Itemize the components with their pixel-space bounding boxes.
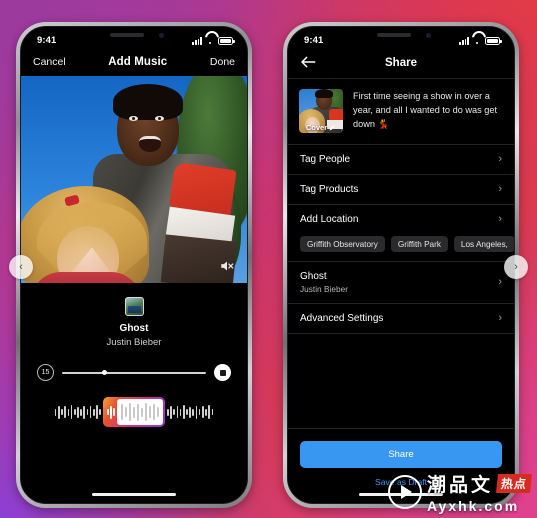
video-preview[interactable]: [21, 76, 247, 283]
chevron-right-icon: ›: [498, 153, 502, 165]
man-eye-right: [155, 116, 164, 121]
speaker-mute-icon[interactable]: [219, 259, 235, 273]
stop-square-icon: [219, 369, 226, 376]
row-sublabel: Justin Bieber: [300, 283, 348, 294]
cover-thumbnail[interactable]: Cover: [299, 89, 343, 133]
wifi-icon: [472, 37, 482, 45]
page-title: Add Music: [108, 56, 168, 68]
song-artist: Justin Bieber: [106, 337, 162, 348]
slider-knob[interactable]: [102, 369, 108, 375]
chevron-left-icon: ‹: [19, 261, 23, 273]
cellular-bars-icon: [459, 37, 469, 45]
notch: [355, 27, 447, 44]
chevron-right-icon: ›: [498, 275, 502, 288]
status-indicators: [192, 36, 235, 45]
chevron-right-icon: ›: [498, 213, 502, 225]
status-time: 9:41: [37, 35, 57, 46]
duration-badge[interactable]: 15: [37, 364, 54, 382]
song-title: Ghost: [119, 323, 149, 334]
front-camera: [159, 32, 164, 38]
chevron-right-icon: ›: [498, 183, 502, 195]
share-screen-body: Share Cover First time seeing a show in …: [288, 51, 514, 503]
location-suggestion-chips: Griffith Observatory Griffith Park Los A…: [288, 234, 514, 261]
caption-editor-row[interactable]: Cover First time seeing a show in over a…: [288, 79, 514, 144]
watermark: 潮品文 热点 Ayxhk.com: [387, 470, 532, 514]
front-camera: [426, 32, 431, 38]
chevron-right-icon: ›: [498, 311, 502, 324]
earpiece-speaker: [377, 33, 411, 37]
home-indicator: [92, 492, 176, 496]
share-navbar: Share: [288, 51, 514, 78]
done-button[interactable]: Done: [210, 56, 235, 68]
row-advanced-settings[interactable]: Advanced Settings ›: [288, 304, 514, 333]
row-add-location[interactable]: Add Location ›: [288, 205, 514, 234]
back-arrow-icon[interactable]: [300, 55, 316, 69]
waveform-left: [54, 404, 102, 420]
music-info-panel: Ghost Justin Bieber: [21, 283, 247, 350]
carousel-next-button[interactable]: ›: [504, 255, 528, 279]
play-circle-icon: [387, 475, 422, 509]
row-music-ghost[interactable]: Ghost Justin Bieber ›: [288, 262, 514, 303]
notch: [88, 27, 180, 44]
share-button[interactable]: Share: [300, 441, 502, 468]
row-label: Ghost: [300, 271, 327, 282]
man-smile: [139, 136, 161, 152]
add-music-navbar: Cancel Add Music Done: [21, 51, 247, 76]
row-label: Advanced Settings: [300, 312, 384, 324]
location-chip[interactable]: Griffith Park: [390, 236, 448, 252]
row-tag-products[interactable]: Tag Products ›: [288, 175, 514, 204]
cover-label-text: Cover: [305, 123, 328, 132]
row-label: Tag Products: [300, 184, 359, 195]
thumb-man-hair: [315, 89, 333, 98]
status-time: 9:41: [304, 35, 324, 46]
phone-mockup-right: 9:41 Share Cover First time seeing a sho…: [283, 22, 519, 508]
location-chip[interactable]: Los Angeles,: [453, 236, 514, 252]
cancel-button[interactable]: Cancel: [33, 56, 66, 68]
album-artwork-icon: [124, 297, 144, 316]
stop-button[interactable]: [214, 364, 231, 382]
trim-selection[interactable]: [103, 397, 165, 428]
page-title: Share: [385, 57, 417, 69]
watermark-brand-cn: 潮品文: [426, 474, 493, 496]
screenshot-stage: 9:41 Cancel Add Music Done Ghost Justin …: [0, 0, 537, 518]
row-label: Tag People: [300, 154, 351, 165]
watermark-text: 潮品文 热点 Ayxhk.com: [426, 470, 532, 514]
phone-mockup-left: 9:41 Cancel Add Music Done Ghost Justin …: [16, 22, 252, 508]
battery-icon: [485, 36, 502, 45]
wifi-icon: [205, 37, 215, 45]
man-hair: [113, 84, 183, 120]
waveform-selected-region[interactable]: [116, 399, 163, 426]
cellular-bars-icon: [192, 37, 202, 45]
earpiece-speaker: [110, 33, 144, 37]
phone-screen-add-music: 9:41 Cancel Add Music Done Ghost Justin …: [20, 26, 248, 504]
music-slider-row: 15: [21, 350, 247, 382]
audio-waveform-trimmer[interactable]: [21, 395, 247, 429]
waveform-right: [166, 404, 214, 420]
battery-icon: [218, 36, 235, 45]
watermark-brand-line: 潮品文 热点: [426, 470, 532, 497]
location-chip[interactable]: Griffith Observatory: [300, 236, 385, 252]
watermark-url: Ayxhk.com: [426, 498, 520, 514]
phone-screen-share: 9:41 Share Cover First time seeing a sho…: [287, 26, 515, 504]
watermark-badge-cn: 热点: [495, 474, 532, 493]
carousel-prev-button[interactable]: ‹: [9, 255, 33, 279]
man-eye-left: [129, 116, 138, 121]
caption-text[interactable]: First time seeing a show in over a year,…: [353, 89, 503, 133]
row-label: Add Location: [300, 214, 359, 225]
flex-spacer: [288, 334, 514, 429]
row-tag-people[interactable]: Tag People ›: [288, 145, 514, 174]
pencil-icon: [329, 125, 335, 131]
playback-slider[interactable]: [62, 369, 206, 375]
cover-badge: Cover: [299, 123, 343, 132]
status-indicators: [459, 36, 502, 45]
chevron-right-icon: ›: [514, 261, 518, 273]
waveform-in-selection-left: [105, 405, 117, 419]
